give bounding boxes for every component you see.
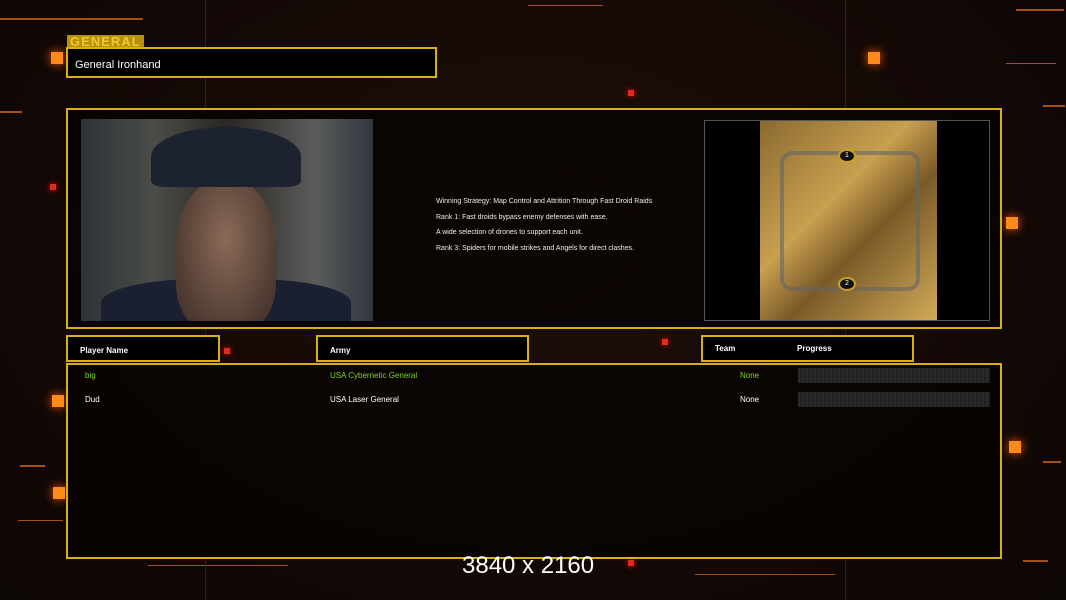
deco-square — [1006, 217, 1018, 229]
general-portrait — [81, 119, 373, 321]
deco-line — [1043, 105, 1065, 107]
strategy-line: Winning Strategy: Map Control and Attrit… — [436, 198, 653, 205]
strategy-line: Rank 3: Spiders for mobile strikes and A… — [436, 244, 635, 252]
deco-line — [1043, 461, 1061, 463]
header-progress: Progress — [797, 344, 832, 353]
map-road — [780, 151, 920, 291]
strategy-line: A wide selection of drones to support ea… — [436, 229, 583, 236]
player-row[interactable]: big USA Cybernetic General None — [68, 367, 1000, 387]
general-name: General Ironhand — [66, 47, 437, 78]
deco-line — [1023, 560, 1048, 562]
deco-line — [1006, 63, 1056, 64]
header-player-name: Player Name — [66, 335, 220, 362]
deco-line — [0, 18, 143, 20]
deco-line — [1016, 9, 1064, 11]
player-army: USA Laser General — [330, 395, 399, 404]
player-list: big USA Cybernetic General None Dud USA … — [66, 363, 1002, 559]
deco-line — [0, 111, 22, 113]
portrait-cap — [151, 127, 301, 187]
deco-square — [53, 487, 65, 499]
deco-line — [528, 5, 603, 6]
player-name: big — [85, 371, 96, 380]
deco-square — [51, 52, 63, 64]
deco-square — [628, 90, 634, 96]
deco-line — [148, 565, 288, 566]
deco-square — [628, 560, 634, 566]
resolution-watermark: 3840 x 2160 — [462, 552, 595, 579]
strategy-text: Winning Strategy: Map Control and Attrit… — [436, 194, 652, 256]
progress-bar — [798, 392, 990, 407]
deco-line — [18, 520, 63, 521]
map-terrain: 1 2 — [760, 121, 937, 320]
player-row[interactable]: Dud USA Laser General None — [68, 391, 1000, 411]
deco-square — [224, 348, 230, 354]
deco-line — [695, 574, 835, 575]
deco-square — [50, 184, 56, 190]
map-preview[interactable]: 1 2 — [704, 120, 990, 321]
general-info-panel: Winning Strategy: Map Control and Attrit… — [66, 108, 1002, 329]
player-army: USA Cybernetic General — [330, 371, 418, 380]
deco-square — [662, 339, 668, 345]
player-name: Dud — [85, 395, 100, 404]
player-team: None — [740, 371, 760, 380]
deco-square — [52, 395, 64, 407]
deco-line — [20, 465, 45, 467]
header-army: Army — [316, 335, 529, 362]
start-marker[interactable]: 2 — [838, 277, 856, 291]
start-marker[interactable]: 1 — [838, 149, 856, 163]
progress-bar — [798, 368, 990, 383]
portrait-face — [176, 179, 276, 321]
player-team: None — [740, 395, 760, 404]
deco-square — [1009, 441, 1021, 453]
strategy-line: Rank 1: Fast droids bypass enemy defense… — [436, 213, 608, 221]
header-team: Team — [715, 344, 736, 353]
header-team-progress: Team Progress — [701, 335, 914, 362]
deco-square — [868, 52, 880, 64]
